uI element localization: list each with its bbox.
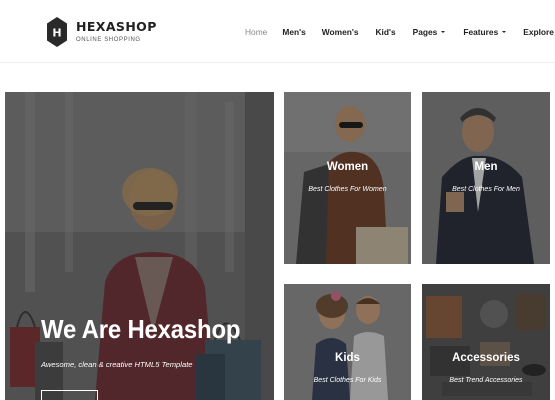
site-logo[interactable]: H HEXASHOP ONLINE SHOPPING [46, 14, 157, 50]
category-tile-men[interactable]: Men Best Clothes For Men [422, 92, 550, 264]
category-subtitle: Best Trend Accessories [449, 377, 523, 384]
nav-item-kids[interactable]: Kid's [376, 27, 396, 37]
hero-subtitle: Awesome, clean & creative HTML5 Template [41, 360, 193, 369]
purchase-now-button[interactable]: Purchase Now! [41, 390, 98, 400]
nav-item-mens[interactable]: Men's [282, 27, 305, 37]
hero-title: We Are Hexashop [41, 314, 241, 344]
category-subtitle: Best Clothes For Men [452, 186, 520, 193]
logo-mark-letter: H [52, 27, 61, 40]
category-title: Kids [335, 352, 360, 364]
hero-overlay [5, 92, 274, 400]
category-subtitle: Best Clothes For Women [308, 186, 387, 193]
category-tile-women[interactable]: Women Best Clothes For Women [284, 92, 411, 264]
tile-overlay [422, 92, 550, 264]
category-title: Women [326, 161, 369, 173]
nav-item-label: Features [463, 26, 499, 37]
nav-item-explore[interactable]: Explore [523, 27, 554, 37]
main-navigation: Home Men's Women's Kid's Pages Features … [233, 0, 554, 63]
brand-tagline: ONLINE SHOPPING [76, 36, 141, 43]
caret-down-icon [502, 31, 507, 33]
nav-item-label: Women's [321, 26, 359, 37]
nav-item-label: Explore [523, 26, 554, 37]
category-tile-accessories[interactable]: Accessories Best Trend Accessories [422, 284, 550, 400]
hexagon-logo-icon: H [46, 16, 68, 48]
hero-banner: We Are Hexashop Awesome, clean & creativ… [5, 92, 274, 400]
nav-item-label: Kid's [375, 26, 396, 37]
nav-item-pages[interactable]: Pages [413, 27, 446, 37]
tile-overlay [284, 92, 411, 264]
nav-item-label: Pages [412, 26, 438, 37]
caret-down-icon [441, 31, 446, 33]
category-title: Accessories [452, 352, 520, 364]
category-title: Men [474, 161, 498, 173]
category-tile-kids[interactable]: Kids Best Clothes For Kids [284, 284, 411, 400]
brand-name: HEXASHOP [76, 18, 157, 34]
nav-item-features[interactable]: Features [463, 26, 507, 37]
nav-item-label: Men's [282, 26, 306, 37]
nav-item-home[interactable]: Home [245, 27, 267, 37]
nav-item-label: Home [245, 26, 268, 37]
site-header: H HEXASHOP ONLINE SHOPPING Home Men's Wo… [0, 0, 555, 63]
nav-item-womens[interactable]: Women's [322, 27, 359, 37]
category-subtitle: Best Clothes For Kids [313, 377, 382, 384]
